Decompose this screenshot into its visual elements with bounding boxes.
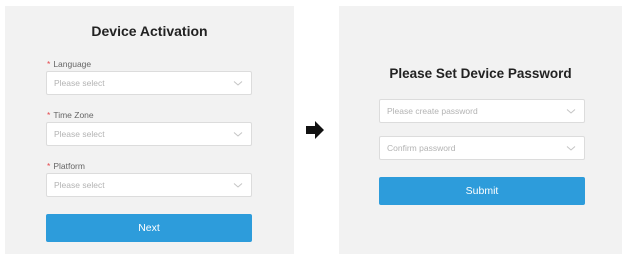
confirm-password-placeholder: Confirm password <box>387 143 456 153</box>
chevron-down-icon <box>233 81 243 86</box>
required-mark: * <box>47 59 51 69</box>
language-select-placeholder: Please select <box>54 78 105 88</box>
time-zone-label-text: Time Zone <box>53 110 94 120</box>
platform-label-text: Platform <box>53 161 85 171</box>
language-label: * Language <box>47 59 91 69</box>
required-mark: * <box>47 110 51 120</box>
language-select[interactable]: Please select <box>46 71 252 95</box>
language-label-text: Language <box>53 59 92 69</box>
device-activation-panel: Device Activation * Language Please selec… <box>5 6 294 254</box>
platform-label: * Platform <box>47 161 85 171</box>
submit-button[interactable]: Submit <box>379 177 585 205</box>
set-password-title: Please Set Device Password <box>389 66 572 81</box>
chevron-down-icon <box>566 146 576 151</box>
required-mark: * <box>47 161 51 171</box>
chevron-down-icon <box>233 132 243 137</box>
confirm-password-field[interactable]: Confirm password <box>379 136 585 160</box>
chevron-down-icon <box>233 183 243 188</box>
time-zone-label: * Time Zone <box>47 110 94 120</box>
set-password-panel: Please Set Device Password Please create… <box>339 6 622 254</box>
platform-select-placeholder: Please select <box>54 180 105 190</box>
device-activation-title: Device Activation <box>91 23 208 39</box>
chevron-down-icon <box>566 109 576 114</box>
time-zone-select-placeholder: Please select <box>54 129 105 139</box>
create-password-placeholder: Please create password <box>387 106 478 116</box>
arrow-right-icon <box>306 121 324 139</box>
platform-select[interactable]: Please select <box>46 173 252 197</box>
create-password-field[interactable]: Please create password <box>379 99 585 123</box>
next-button[interactable]: Next <box>46 214 252 242</box>
time-zone-select[interactable]: Please select <box>46 122 252 146</box>
